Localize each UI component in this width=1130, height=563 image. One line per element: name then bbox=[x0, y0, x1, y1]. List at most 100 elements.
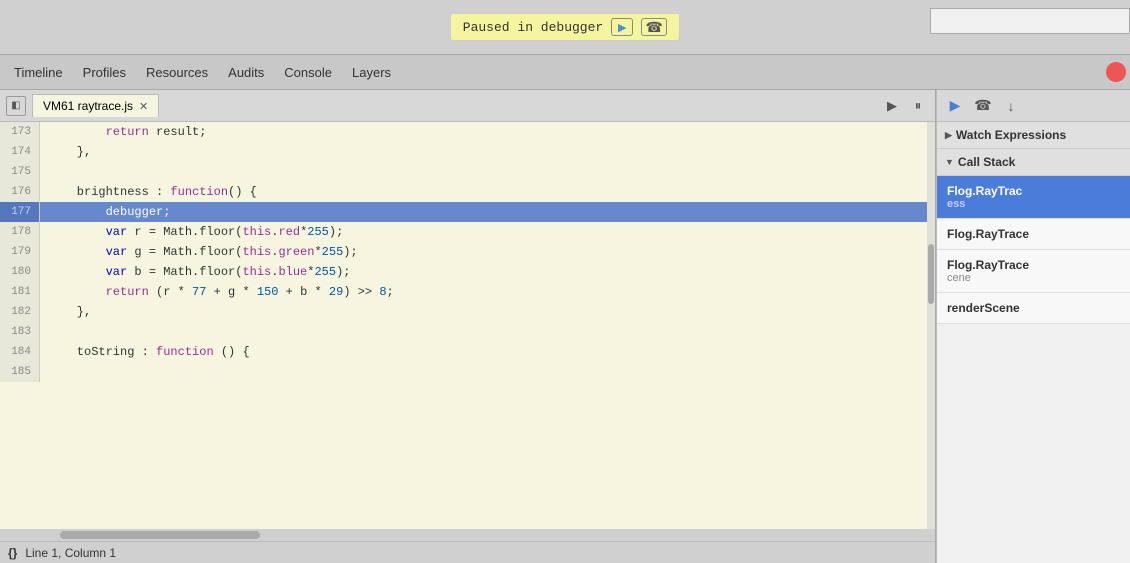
table-row: 182 }, bbox=[0, 302, 935, 322]
watch-expressions-header[interactable]: ▶ Watch Expressions bbox=[937, 122, 1130, 149]
callstack-fn-sub: cene bbox=[947, 272, 1120, 284]
tab-profiles[interactable]: Profiles bbox=[73, 59, 136, 86]
line-content bbox=[40, 322, 55, 342]
table-row: 181 return (r * 77 + g * 150 + b * 29) >… bbox=[0, 282, 935, 302]
callstack-fn-name: renderScene bbox=[947, 301, 1120, 315]
line-content bbox=[40, 362, 55, 382]
line-content: return (r * 77 + g * 150 + b * 29) >> 8; bbox=[40, 282, 394, 302]
top-bar: Paused in debugger ▶ ☎ bbox=[0, 0, 1130, 55]
tab-resources[interactable]: Resources bbox=[136, 59, 218, 86]
callstack-fn-name: Flog.RayTrac bbox=[947, 184, 1120, 198]
line-content: var r = Math.floor(this.red*255); bbox=[40, 222, 343, 242]
step-over-icon: ☎ bbox=[974, 97, 991, 114]
tab-bar: Timeline Profiles Resources Audits Conso… bbox=[0, 55, 1130, 90]
table-row: 175 bbox=[0, 162, 935, 182]
right-panel: ▶ ☎ ↓ ▶ Watch Expressions ▼ Call Stack F… bbox=[936, 90, 1130, 563]
line-number: 173 bbox=[0, 122, 40, 142]
line-content: var g = Math.floor(this.green*255); bbox=[40, 242, 358, 262]
line-content: toString : function () { bbox=[40, 342, 250, 362]
callstack-expand-icon: ▼ bbox=[945, 157, 954, 167]
line-content: }, bbox=[40, 142, 91, 162]
tab-audits[interactable]: Audits bbox=[218, 59, 274, 86]
table-row: 185 bbox=[0, 362, 935, 382]
run-icon: ▶ bbox=[887, 98, 897, 114]
line-number: 178 bbox=[0, 222, 40, 242]
callstack-fn-sub: ess bbox=[947, 198, 1120, 210]
line-number: 175 bbox=[0, 162, 40, 182]
resume-debugger-icon: ▶ bbox=[950, 97, 961, 114]
horizontal-scrollbar[interactable] bbox=[0, 529, 935, 541]
line-number: 183 bbox=[0, 322, 40, 342]
vertical-scrollbar[interactable] bbox=[927, 122, 935, 529]
table-row: 179 var g = Math.floor(this.green*255); bbox=[0, 242, 935, 262]
pause-button[interactable]: ⏸ bbox=[907, 96, 929, 116]
step-into-icon: ↓ bbox=[1008, 98, 1015, 114]
line-content: return result; bbox=[40, 122, 206, 142]
callstack-item[interactable]: renderScene bbox=[937, 293, 1130, 324]
step-over-button[interactable]: ☎ bbox=[973, 96, 993, 116]
table-row: 176 brightness : function() { bbox=[0, 182, 935, 202]
stepover-icon: ☎ bbox=[645, 19, 662, 36]
search-input[interactable] bbox=[930, 8, 1130, 34]
close-tab-button[interactable] bbox=[1106, 62, 1126, 82]
line-number: 180 bbox=[0, 262, 40, 282]
tab-layers[interactable]: Layers bbox=[342, 59, 401, 86]
line-number: 177 bbox=[0, 202, 40, 222]
main-area: ◧ VM61 raytrace.js ✕ ▶ ⏸ 173 bbox=[0, 90, 1130, 563]
table-row: 174 }, bbox=[0, 142, 935, 162]
table-row: 173 return result; bbox=[0, 122, 935, 142]
stepover-button[interactable]: ☎ bbox=[641, 18, 667, 36]
callstack-list: Flog.RayTrac ess Flog.RayTrace Flog.RayT… bbox=[937, 176, 1130, 563]
line-content: }, bbox=[40, 302, 91, 322]
editor-toolbar-right: ▶ ⏸ bbox=[881, 96, 929, 116]
editor-tab-close-icon[interactable]: ✕ bbox=[139, 100, 148, 113]
code-lines: 173 return result; 174 }, 175 176 bbox=[0, 122, 935, 382]
line-number: 176 bbox=[0, 182, 40, 202]
resume-debugger-button[interactable]: ▶ bbox=[945, 96, 965, 116]
table-row: 183 bbox=[0, 322, 935, 342]
callstack-item[interactable]: Flog.RayTrace cene bbox=[937, 250, 1130, 293]
line-number: 174 bbox=[0, 142, 40, 162]
run-button[interactable]: ▶ bbox=[881, 96, 903, 116]
tab-console[interactable]: Console bbox=[274, 59, 342, 86]
paused-label: Paused in debugger bbox=[463, 20, 603, 35]
table-row: 180 var b = Math.floor(this.blue*255); bbox=[0, 262, 935, 282]
sidebar-toggle-button[interactable]: ◧ bbox=[6, 96, 26, 116]
callstack-fn-name: Flog.RayTrace bbox=[947, 227, 1120, 241]
editor-tab-label: VM61 raytrace.js bbox=[43, 99, 133, 113]
sidebar-toggle-icon: ◧ bbox=[11, 100, 20, 111]
watch-label: Watch Expressions bbox=[956, 128, 1066, 142]
status-braces-icon: {} bbox=[8, 546, 17, 560]
line-content: brightness : function() { bbox=[40, 182, 257, 202]
editor-panel: ◧ VM61 raytrace.js ✕ ▶ ⏸ 173 bbox=[0, 90, 936, 563]
code-area: 173 return result; 174 }, 175 176 bbox=[0, 122, 935, 529]
tab-timeline[interactable]: Timeline bbox=[4, 59, 73, 86]
line-content: var b = Math.floor(this.blue*255); bbox=[40, 262, 350, 282]
pause-icon: ⏸ bbox=[915, 98, 922, 114]
status-position: Line 1, Column 1 bbox=[25, 546, 116, 560]
callstack-header[interactable]: ▼ Call Stack bbox=[937, 149, 1130, 176]
editor-tab[interactable]: VM61 raytrace.js ✕ bbox=[32, 94, 159, 117]
scrollbar-thumb bbox=[928, 244, 934, 304]
status-bar: {} Line 1, Column 1 bbox=[0, 541, 935, 563]
table-row: 177 debugger; bbox=[0, 202, 935, 222]
line-number: 181 bbox=[0, 282, 40, 302]
callstack-fn-name: Flog.RayTrace bbox=[947, 258, 1120, 272]
callstack-label: Call Stack bbox=[958, 155, 1015, 169]
right-toolbar: ▶ ☎ ↓ bbox=[937, 90, 1130, 122]
line-number: 184 bbox=[0, 342, 40, 362]
h-scrollbar-thumb bbox=[60, 531, 260, 539]
line-content bbox=[40, 162, 55, 182]
resume-icon: ▶ bbox=[618, 21, 626, 34]
watch-expand-icon: ▶ bbox=[945, 130, 952, 141]
line-number: 179 bbox=[0, 242, 40, 262]
step-into-button[interactable]: ↓ bbox=[1001, 96, 1021, 116]
line-number: 182 bbox=[0, 302, 40, 322]
line-number: 185 bbox=[0, 362, 40, 382]
resume-button[interactable]: ▶ bbox=[611, 18, 633, 36]
paused-badge: Paused in debugger ▶ ☎ bbox=[450, 13, 680, 41]
table-row: 184 toString : function () { bbox=[0, 342, 935, 362]
line-content: debugger; bbox=[40, 202, 170, 222]
callstack-item[interactable]: Flog.RayTrac ess bbox=[937, 176, 1130, 219]
callstack-item[interactable]: Flog.RayTrace bbox=[937, 219, 1130, 250]
